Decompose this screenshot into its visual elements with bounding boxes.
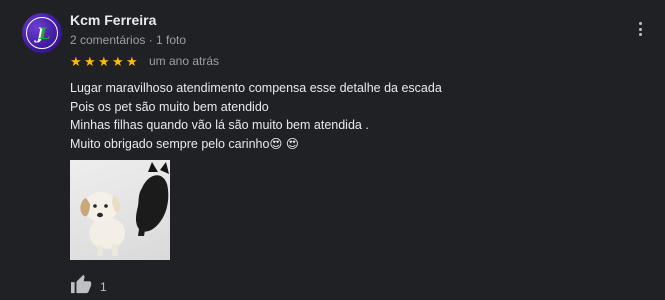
review-text-line: Minhas filhas quando vão lá são muito be… [70,118,369,132]
star-icon: ★ [112,53,124,69]
review-text-line: Lugar maravilhoso atendimento compensa e… [70,81,442,95]
author-meta[interactable]: 2 comentários · 1 foto [70,33,186,47]
author-name[interactable]: Kcm Ferreira [70,12,156,28]
review-text: Lugar maravilhoso atendimento compensa e… [70,79,442,153]
thumb-up-icon[interactable] [70,274,92,299]
like-row: 1 [70,274,107,299]
review-time: um ano atrás [149,54,220,68]
review-photo[interactable] [70,160,170,260]
author-avatar[interactable]: JL [22,13,62,53]
review-text-line: Pois os pet são muito bem atendido [70,99,269,114]
rating-row: ★ ★ ★ ★ ★ um ano atrás [70,54,219,68]
review-text-line: Muito obrigado sempre pelo carinho😍 😍 [70,136,299,151]
star-icon: ★ [70,53,82,69]
star-rating: ★ ★ ★ ★ ★ [70,55,139,68]
avatar-monogram: JL [36,23,51,43]
star-icon: ★ [98,53,110,69]
star-icon: ★ [84,53,96,69]
more-vert-icon[interactable] [632,22,648,36]
like-count: 1 [100,279,107,294]
star-icon: ★ [126,53,138,69]
